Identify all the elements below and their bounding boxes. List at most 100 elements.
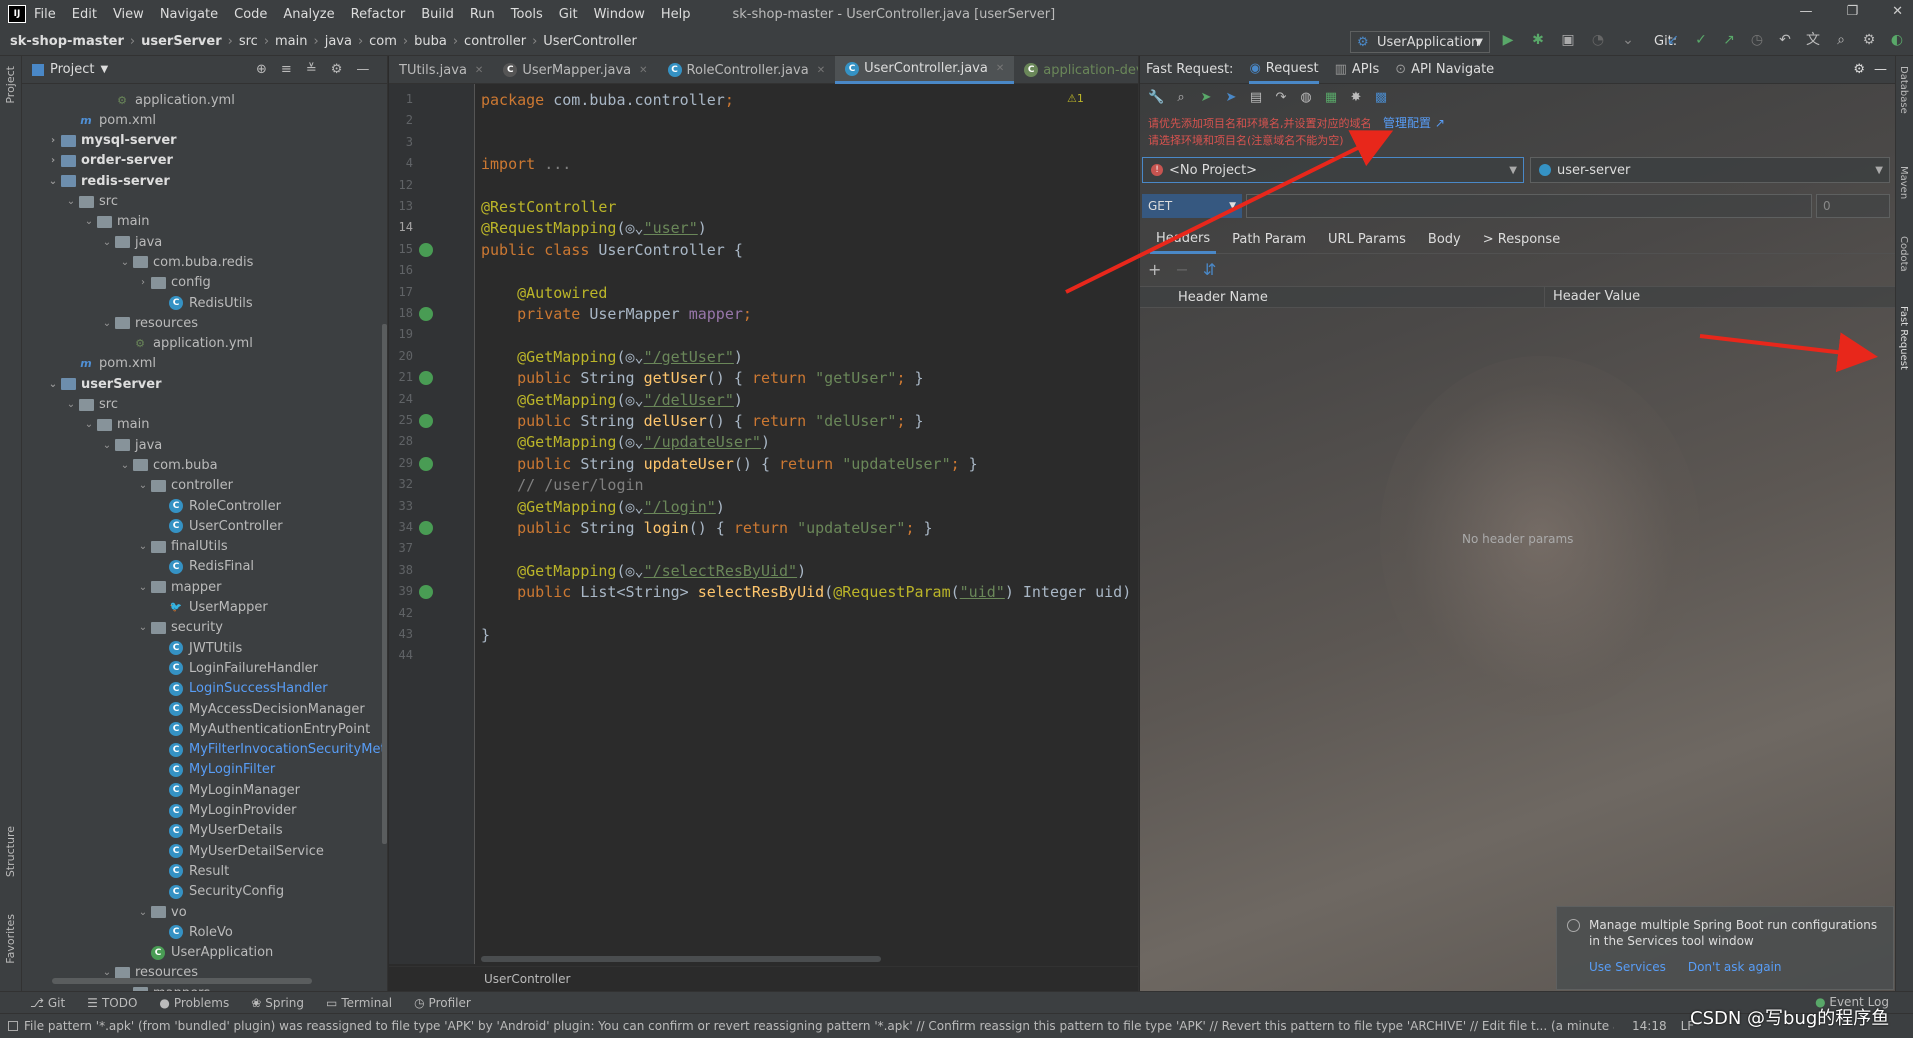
settings-gear-icon[interactable]: ⚙ [1861,32,1877,48]
menu-item-edit[interactable]: Edit [72,7,97,22]
chevron-down-icon[interactable]: ⌄ [136,622,150,633]
menu-item-file[interactable]: File [34,7,56,22]
debug-icon[interactable]: ✱ [1530,32,1546,48]
editor-horizontal-scrollbar[interactable] [481,956,881,962]
tree-node[interactable]: › order-server [22,151,173,171]
tree-node[interactable]: ⌄ main [22,415,150,435]
close-tab-icon[interactable]: ✕ [817,65,825,76]
redo-icon[interactable]: ↷ [1273,90,1289,106]
chevron-down-icon[interactable]: ⌄ [100,318,114,329]
spring-bean-icon[interactable] [419,242,433,257]
bottom-tool-profiler[interactable]: ◷ Profiler [414,996,471,1010]
tree-node[interactable]: C JWTUtils [22,638,242,658]
breadcrumb-item[interactable]: java [325,34,352,49]
close-tab-icon[interactable]: ✕ [639,65,647,76]
request-mapping-icon[interactable] [419,521,433,535]
breadcrumb-item[interactable]: sk-shop-master [10,34,124,49]
tree-node[interactable]: › mysql-server [22,131,177,151]
tree-node[interactable]: C LoginFailureHandler [22,658,318,678]
minimize-icon[interactable]: — [1799,4,1812,19]
tree-node[interactable]: C RedisFinal [22,557,254,577]
tree-node[interactable]: ⌄ java [22,435,162,455]
url-input[interactable] [1246,194,1812,218]
manage-config-link[interactable]: 管理配置 ↗ [1383,116,1445,130]
request-sub-tab[interactable]: Body [1422,226,1467,254]
menu-item-help[interactable]: Help [661,7,691,22]
tree-node[interactable]: ⌄mappers [22,983,210,991]
breadcrumb-item[interactable]: controller [464,34,526,49]
tree-node[interactable]: ⌄ src [22,192,118,212]
use-services-link[interactable]: Use Services [1589,959,1666,975]
bottom-tool-terminal[interactable]: ▭ Terminal [326,996,392,1010]
chevron-down-icon[interactable]: ⌄ [100,440,114,451]
editor-tab[interactable]: Capplication-dev.yml✕ [1014,56,1138,84]
tree-node[interactable]: C MyLoginProvider [22,801,297,821]
tree-node[interactable]: ⌄ mapper [22,577,222,597]
hide-icon[interactable]: — [356,62,369,77]
fast-request-tab[interactable]: ⊙ API Navigate [1395,56,1494,84]
coverage-icon[interactable]: ▣ [1560,32,1576,48]
tree-node[interactable]: C MyLoginManager [22,780,300,800]
project-horizontal-scrollbar[interactable] [52,978,312,984]
hide-icon[interactable]: — [1874,62,1887,77]
send-download-icon[interactable]: ➤ [1223,90,1239,106]
menu-item-refactor[interactable]: Refactor [351,7,406,22]
breadcrumb-item[interactable]: com [369,34,397,49]
status-message[interactable]: File pattern '*.apk' (from 'bundled' plu… [24,1019,1614,1033]
tree-node[interactable]: C MyAccessDecisionManager [22,699,365,719]
chevron-down-icon[interactable]: ⌄ [100,967,114,978]
chevron-down-icon[interactable]: ⌄ [100,237,114,248]
breadcrumb-item[interactable]: main [275,34,307,49]
restore-icon[interactable]: ❐ [1846,4,1858,19]
rollback-icon[interactable]: ↶ [1777,32,1793,48]
structure-tool-label[interactable]: Structure [4,826,17,877]
tree-node[interactable]: ⌄ vo [22,902,187,922]
run-config-select[interactable]: ⚙ UserApplication ▼ [1350,31,1490,53]
tree-node[interactable]: ⚙ application.yml [22,334,253,354]
collapse-all-icon[interactable]: ≚ [306,62,317,77]
project-panel-title[interactable]: Project [50,62,94,77]
send-icon[interactable]: ➤ [1198,90,1214,106]
fast-request-tab[interactable]: ▥ APIs [1335,56,1380,84]
chevron-down-icon[interactable]: ▼ [100,64,108,75]
cursor-position[interactable]: 14:18 [1632,1019,1667,1033]
tree-node[interactable]: › config [22,273,211,293]
menu-item-window[interactable]: Window [594,7,645,22]
http-method-select[interactable]: GET ▼ [1142,194,1242,218]
request-sub-tab[interactable]: Headers [1150,226,1217,254]
tree-node[interactable]: ⚙ application.yml [22,90,235,110]
project-tool-label[interactable]: Project [4,66,17,104]
search-icon[interactable]: ⌕ [1833,32,1849,48]
search-icon[interactable]: ⌕ [1173,90,1189,106]
close-tab-icon[interactable]: ✕ [475,65,483,76]
bottom-tool-git[interactable]: ⎇ Git [30,996,65,1010]
import-icon[interactable]: ⇵ [1203,260,1216,279]
chevron-down-icon[interactable]: ⌄ [64,196,78,207]
chevron-right-icon[interactable]: › [46,135,60,146]
tree-node[interactable]: ⌄ src [22,395,118,415]
tree-node[interactable]: ⌄ resources [22,313,198,333]
tree-node[interactable]: C MyFilterInvocationSecurityMeta [22,740,387,760]
menu-item-run[interactable]: Run [470,7,495,22]
request-mapping-icon[interactable] [419,456,433,471]
project-select[interactable]: ! <No Project> ▼ [1142,157,1524,183]
project-scrollbar[interactable] [382,324,387,844]
tree-node[interactable]: 🐦 UserMapper [22,598,268,618]
request-sub-tab[interactable]: Path Param [1226,226,1312,254]
chevron-down-icon[interactable]: ⌄ [64,399,78,410]
menu-item-view[interactable]: View [113,7,144,22]
tree-node[interactable]: C MyUserDetailService [22,841,324,861]
request-mapping-icon[interactable] [419,585,433,600]
bottom-tool-problems[interactable]: ● Problems [159,996,229,1010]
tree-node[interactable]: C RoleVo [22,922,233,942]
tree-node[interactable]: ⌄ java [22,232,162,252]
dont-ask-again-link[interactable]: Don't ask again [1688,959,1782,975]
tree-node[interactable]: C MyAuthenticationEntryPoint [22,719,370,739]
codota-tool-label[interactable]: Codota [1898,236,1909,272]
tree-node[interactable]: m pom.xml [22,110,156,130]
breadcrumb-item[interactable]: src [239,34,258,49]
editor-breadcrumb-label[interactable]: UserController [484,972,570,986]
history-icon[interactable]: ◷ [1749,32,1765,48]
chevron-down-icon[interactable]: ⌄ [136,480,150,491]
tree-node[interactable]: ⌄ com.buba.redis [22,252,254,272]
